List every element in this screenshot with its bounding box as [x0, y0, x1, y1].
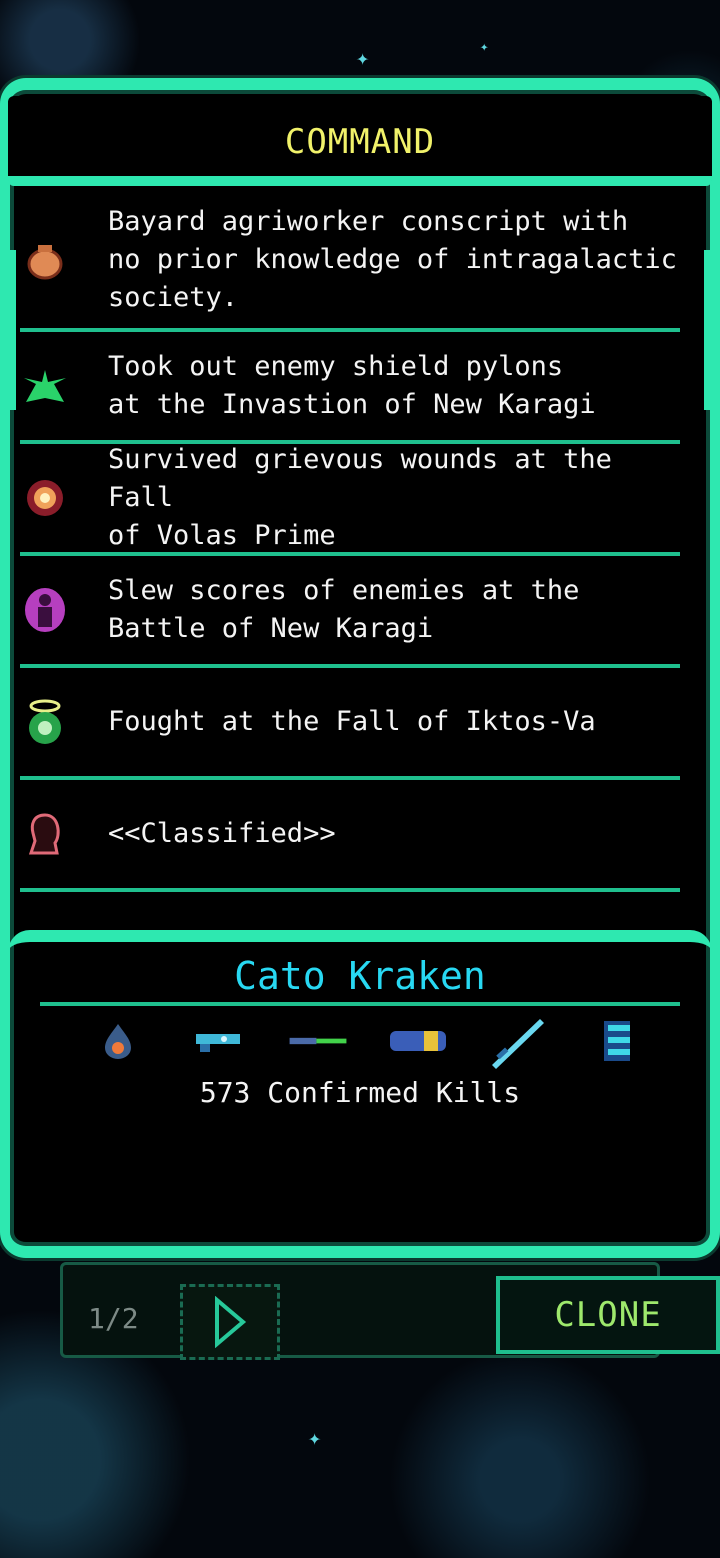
- clone-button[interactable]: CLONE: [496, 1276, 720, 1354]
- star-icon: ✦: [308, 1426, 322, 1451]
- kill-count: 573 Confirmed Kills: [199, 1076, 521, 1109]
- record-text: <<Classified>>: [108, 818, 336, 849]
- star-icon: ✦: [356, 46, 370, 71]
- fire-burst-icon: [22, 475, 68, 521]
- star-icon: ✦: [480, 39, 489, 55]
- equipment-row: [88, 1014, 648, 1069]
- frame-notch-left: [0, 250, 16, 410]
- record-text: Took out enemy shield pylons at the Inva…: [108, 351, 596, 420]
- list-item: <<Classified>>: [20, 780, 680, 892]
- record-text: Slew scores of enemies at the Battle of …: [108, 575, 580, 644]
- service-record-list: Bayard agriworker conscript with no prio…: [20, 192, 680, 892]
- record-text: Bayard agriworker conscript with no prio…: [108, 206, 677, 313]
- record-text: Fought at the Fall of Iktos-Va: [108, 706, 596, 737]
- record-text: Survived grievous wounds at the Fall of …: [108, 444, 612, 551]
- list-item: Bayard agriworker conscript with no prio…: [20, 192, 680, 332]
- play-arrow-icon: [215, 1296, 247, 1348]
- soldier-name: Cato Kraken: [234, 954, 486, 998]
- flame-orb-icon[interactable]: [88, 1021, 148, 1061]
- list-item: Slew scores of enemies at the Battle of …: [20, 556, 680, 668]
- list-item: Took out enemy shield pylons at the Inva…: [20, 332, 680, 444]
- page-indicator: 1/2: [88, 1302, 139, 1335]
- panel-title: COMMAND: [284, 122, 436, 162]
- list-item: Survived grievous wounds at the Fall of …: [20, 444, 680, 556]
- divider: [40, 1002, 680, 1006]
- sword-icon[interactable]: [488, 1019, 548, 1069]
- purple-aura-figure-icon: [22, 587, 68, 633]
- blaster-icon[interactable]: [188, 1021, 248, 1061]
- halo-orb-icon: [22, 699, 68, 745]
- list-item: Fought at the Fall of Iktos-Va: [20, 668, 680, 780]
- next-page-button[interactable]: [180, 1284, 280, 1360]
- sack-icon: [22, 237, 68, 283]
- frame-notch-right: [704, 250, 720, 410]
- ammo-cells-icon[interactable]: [388, 1021, 448, 1061]
- head-silhouette-icon: [22, 811, 68, 857]
- armor-plate-icon[interactable]: [588, 1021, 648, 1061]
- rifle-icon[interactable]: [288, 1021, 348, 1061]
- green-wings-icon: [22, 363, 68, 409]
